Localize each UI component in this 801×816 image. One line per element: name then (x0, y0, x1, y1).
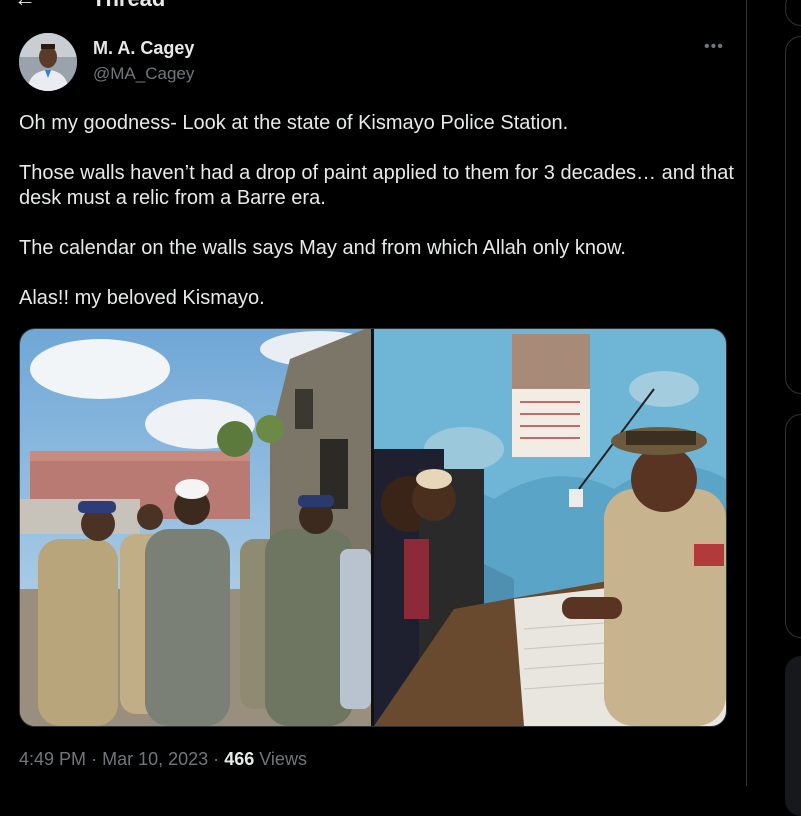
media-photo-left[interactable] (20, 329, 371, 726)
tweet-paragraph: Alas!! my beloved Kismayo. (19, 287, 265, 309)
tweet-paragraph: The calendar on the walls says May and f… (19, 237, 626, 259)
sidebar-card (785, 414, 801, 638)
author-handle[interactable]: @MA_Cagey (93, 64, 194, 84)
sidebar-card (785, 656, 801, 816)
tweet-text: Oh my goodness- Look at the state of Kis… (19, 111, 734, 336)
tweet-meta: 4:49 PM · Mar 10, 2023 · 466 Views (19, 749, 307, 770)
tweet-media (19, 328, 727, 727)
views-label: Views (259, 749, 307, 769)
tweet-date[interactable]: Mar 10, 2023 (102, 749, 208, 769)
tweet-paragraph: Oh my goodness- Look at the state of Kis… (19, 112, 569, 134)
more-horizontal-icon[interactable]: ••• (704, 38, 724, 56)
media-photo-right[interactable] (374, 329, 726, 726)
meta-separator: · (213, 749, 220, 769)
meta-separator: · (91, 749, 98, 769)
sidebar-search-box[interactable] (785, 0, 801, 26)
avatar[interactable] (19, 33, 77, 91)
thread-header: ← Thread (0, 0, 746, 10)
tweet-time[interactable]: 4:49 PM (19, 749, 86, 769)
views-count[interactable]: 466 (224, 749, 254, 769)
back-arrow-icon[interactable]: ← (14, 0, 36, 10)
right-sidebar (747, 0, 801, 816)
sidebar-card (785, 36, 801, 394)
author-name[interactable]: M. A. Cagey (93, 38, 194, 59)
page-title: Thread (92, 0, 165, 10)
tweet-paragraph: Those walls haven’t had a drop of paint … (19, 162, 734, 209)
